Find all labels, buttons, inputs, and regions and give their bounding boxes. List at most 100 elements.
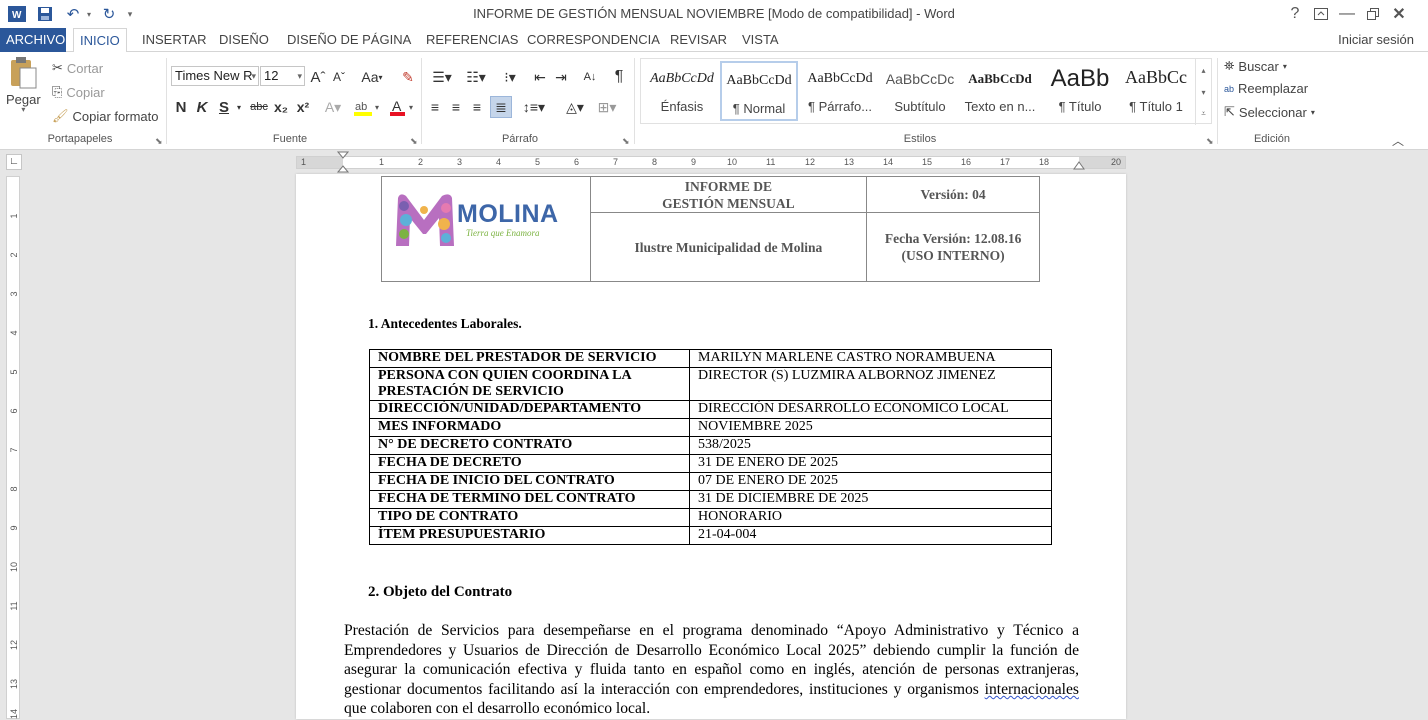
subscript-button[interactable]: x₂ bbox=[272, 96, 290, 118]
change-case-button[interactable]: Aa ▾ bbox=[356, 66, 388, 88]
ruler-number: 2 bbox=[418, 157, 424, 167]
increase-indent-icon[interactable]: ⇥ bbox=[551, 66, 571, 88]
line-spacing-icon[interactable]: ↕≡▾ bbox=[518, 96, 550, 118]
paragraph-launcher-icon[interactable]: ⬊ bbox=[622, 136, 630, 147]
molina-logo-mark-icon bbox=[396, 194, 454, 246]
underline-button[interactable]: S bbox=[215, 96, 233, 118]
chevron-down-icon: ▾ bbox=[251, 71, 256, 81]
strikethrough-button[interactable]: abc bbox=[247, 96, 271, 118]
tab-revisar[interactable]: REVISAR bbox=[664, 28, 733, 52]
style-subtitulo[interactable]: AaBbCcDc Subtítulo bbox=[881, 61, 959, 121]
paste-icon bbox=[11, 57, 37, 89]
paragraph-text-end: que colaboren con el desarrollo económic… bbox=[344, 700, 651, 718]
vertical-ruler[interactable]: 1 2 3 4 5 6 7 8 9 10 11 12 13 14 bbox=[6, 176, 20, 719]
table-row: TIPO DE CONTRATO HONORARIO bbox=[369, 508, 1052, 527]
borders-icon[interactable]: ⊞▾ bbox=[592, 96, 622, 118]
style-titulo[interactable]: AaBb ¶ Título bbox=[1041, 61, 1119, 121]
italic-button[interactable]: K bbox=[193, 96, 211, 118]
sort-icon[interactable]: A↓ bbox=[580, 66, 600, 88]
ribbon-display-options-icon[interactable] bbox=[1308, 3, 1334, 25]
font-launcher-icon[interactable]: ⬊ bbox=[410, 136, 418, 147]
superscript-button[interactable]: x² bbox=[294, 96, 312, 118]
clear-formatting-icon[interactable]: ✎ bbox=[398, 66, 418, 88]
style-name: Énfasis bbox=[660, 99, 704, 114]
spelling-flagged-word[interactable]: internacionales bbox=[985, 681, 1079, 698]
replace-icon: ab bbox=[1224, 83, 1235, 94]
select-button[interactable]: ⇱ Seleccionar ▾ bbox=[1224, 104, 1315, 120]
replace-button[interactable]: ab Reemplazar bbox=[1224, 81, 1308, 96]
cut-button[interactable]: ✂ Cortar bbox=[52, 60, 103, 76]
ruler-number: 6 bbox=[574, 157, 580, 167]
styles-group-label: Estilos bbox=[903, 133, 937, 145]
align-center-icon[interactable]: ≡ bbox=[447, 96, 465, 118]
minimize-icon[interactable]: — bbox=[1334, 3, 1360, 25]
indent-marker-icon[interactable] bbox=[337, 151, 349, 175]
styles-launcher-icon[interactable]: ⬊ bbox=[1206, 136, 1214, 147]
gallery-scroll-down-icon[interactable]: ▾ bbox=[1195, 81, 1211, 103]
format-painter-button[interactable]: 🖌 Copiar formato bbox=[52, 108, 159, 124]
document-page[interactable]: INFORME DE GESTIÓN MENSUAL Versión: 04 I… bbox=[296, 174, 1126, 719]
collapse-ribbon-icon[interactable]: ︿ bbox=[1392, 132, 1404, 149]
clipboard-launcher-icon[interactable]: ⬊ bbox=[155, 136, 163, 147]
align-right-icon[interactable]: ≡ bbox=[468, 96, 486, 118]
style-parrafo[interactable]: AaBbCcDd ¶ Párrafo... bbox=[801, 61, 879, 121]
ruler-number: 12 bbox=[805, 157, 816, 167]
gallery-more-icon[interactable]: ⩡ bbox=[1195, 103, 1211, 125]
show-marks-icon[interactable]: ¶ bbox=[609, 66, 629, 88]
highlight-color-icon[interactable]: ab ▾ bbox=[352, 96, 384, 118]
font-name-combo[interactable]: Times New R ▾ bbox=[171, 66, 259, 86]
tab-vista[interactable]: VISTA bbox=[736, 28, 785, 52]
text-effects-icon[interactable]: A▾ bbox=[320, 96, 346, 118]
table-value: 21-04-004 bbox=[689, 526, 1052, 545]
table-row: ÍTEM PRESUPUESTARIO 21-04-004 bbox=[369, 526, 1052, 545]
shrink-font-icon[interactable]: Aˇ bbox=[330, 66, 348, 88]
style-sample: AaBbCcDd bbox=[807, 71, 873, 86]
find-button[interactable]: ⛯ Buscar ▾ bbox=[1224, 58, 1287, 74]
grow-font-icon[interactable]: Aˆ bbox=[309, 66, 327, 88]
ruler-bar[interactable]: 1 1 2 3 4 5 6 7 8 9 10 11 12 13 14 15 16… bbox=[296, 151, 1126, 173]
style-enfasis[interactable]: AaBbCcDd Énfasis bbox=[643, 61, 721, 121]
tab-selector-icon[interactable]: ∟ bbox=[6, 154, 22, 170]
vruler-number: 9 bbox=[9, 525, 19, 531]
chevron-down-icon: ▾ bbox=[378, 72, 383, 82]
select-label: Seleccionar bbox=[1238, 104, 1307, 120]
shading-icon[interactable]: ◬▾ bbox=[560, 96, 590, 118]
numbering-icon[interactable]: ☷▾ bbox=[460, 66, 492, 88]
version-cell: Versión: 04 bbox=[866, 176, 1040, 213]
replace-label: Reemplazar bbox=[1238, 81, 1309, 96]
tab-insertar[interactable]: INSERTAR bbox=[136, 28, 213, 52]
font-color-icon[interactable]: A ▾ bbox=[388, 96, 418, 118]
gallery-scroll-up-icon[interactable]: ▴ bbox=[1195, 59, 1211, 81]
signin-link[interactable]: Iniciar sesión bbox=[1338, 32, 1414, 47]
font-size-combo[interactable]: 12 ▾ bbox=[260, 66, 305, 86]
align-left-icon[interactable]: ≡ bbox=[426, 96, 444, 118]
copy-button[interactable]: ⎘ Copiar bbox=[52, 84, 105, 100]
close-icon[interactable]: ✕ bbox=[1386, 3, 1412, 25]
copy-label: Copiar bbox=[66, 84, 105, 100]
version-date-cell: Fecha Versión: 12.08.16 (USO INTERNO) bbox=[866, 212, 1040, 282]
style-normal[interactable]: AaBbCcDd ¶ Normal bbox=[720, 61, 798, 121]
decrease-indent-icon[interactable]: ⇤ bbox=[530, 66, 550, 88]
bold-button[interactable]: N bbox=[172, 96, 190, 118]
tab-diseno[interactable]: DISEÑO bbox=[213, 28, 275, 52]
table-row: N° DE DECRETO CONTRATO 538/2025 bbox=[369, 436, 1052, 455]
underline-dropdown-icon[interactable]: ▾ bbox=[234, 96, 244, 118]
ruler-number: 15 bbox=[922, 157, 933, 167]
tab-inicio[interactable]: INICIO bbox=[73, 28, 127, 53]
justify-icon[interactable]: ≣ bbox=[490, 96, 512, 118]
horizontal-ruler: ∟ 1 1 2 3 4 5 6 7 8 9 10 11 12 13 14 15 … bbox=[0, 150, 1428, 174]
tab-archivo[interactable]: ARCHIVO bbox=[0, 28, 66, 52]
cursor-icon: ⇱ bbox=[1224, 104, 1235, 119]
right-indent-marker-icon[interactable] bbox=[1073, 161, 1085, 171]
style-name: ¶ Párrafo... bbox=[807, 99, 873, 114]
tab-diseno-pagina[interactable]: DISEÑO DE PÁGINA bbox=[281, 28, 417, 52]
multilevel-list-icon[interactable]: ⁝▾ bbox=[494, 66, 526, 88]
restore-icon[interactable] bbox=[1360, 3, 1386, 25]
bullets-icon[interactable]: ☰▾ bbox=[426, 66, 458, 88]
help-button[interactable]: ? bbox=[1282, 3, 1308, 25]
style-titulo-1[interactable]: AaBbCc ¶ Título 1 bbox=[1117, 61, 1195, 121]
paste-button[interactable]: Pegar ▾ bbox=[6, 56, 41, 114]
tab-referencias[interactable]: REFERENCIAS bbox=[420, 28, 524, 52]
style-texto-en-negrita[interactable]: AaBbCcDd Texto en n... bbox=[961, 61, 1039, 121]
tab-correspondencia[interactable]: CORRESPONDENCIA bbox=[521, 28, 666, 52]
